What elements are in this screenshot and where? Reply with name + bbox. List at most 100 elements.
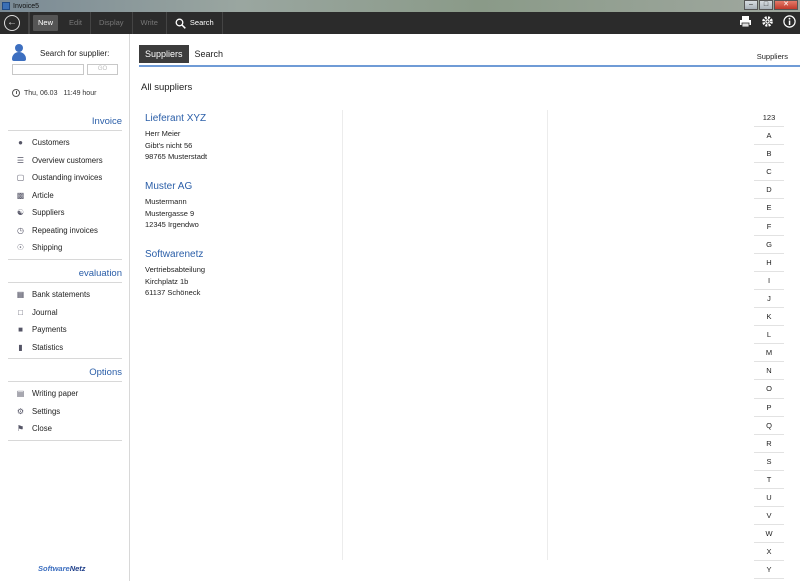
sidebar-item-label: Journal xyxy=(32,307,58,317)
window-controls: – □ ✕ xyxy=(744,0,798,10)
section-title: evaluation xyxy=(8,268,122,283)
alpha-index-item[interactable]: P xyxy=(754,399,784,417)
globe-icon: ☉ xyxy=(16,243,25,253)
alpha-index-item[interactable]: F xyxy=(754,218,784,236)
divider xyxy=(8,258,122,260)
close-window-button[interactable]: ✕ xyxy=(774,0,798,10)
alpha-index-item[interactable]: X xyxy=(754,543,784,562)
go-button[interactable]: GO xyxy=(87,64,118,75)
sidebar-item-label: Statistics xyxy=(32,342,64,352)
info-icon[interactable] xyxy=(782,15,796,29)
page-title: All suppliers xyxy=(141,82,193,93)
alpha-index-item[interactable]: H xyxy=(754,254,784,272)
search-icon xyxy=(175,18,186,29)
alpha-index-item[interactable]: E xyxy=(754,199,784,218)
company-logo: SoftwareNetz xyxy=(38,564,86,573)
supplier-contact: Mustermann xyxy=(145,197,187,206)
invoice-icon: ▢ xyxy=(16,173,25,183)
alpha-index-item[interactable]: 123 xyxy=(754,109,784,128)
alpha-index-item[interactable]: J xyxy=(754,290,784,309)
sidebar-item-customers[interactable]: ● Customers xyxy=(8,134,122,152)
document-icon: ▤ xyxy=(16,389,25,399)
display-button[interactable]: Display xyxy=(91,12,133,34)
alpha-index-item[interactable]: G xyxy=(754,236,784,254)
new-button[interactable]: New xyxy=(33,15,59,31)
toolbar-right xyxy=(738,15,796,29)
supplier-contact: Herr Meier xyxy=(145,129,181,138)
alpha-index-item[interactable]: I xyxy=(754,272,784,290)
sidebar-item-label: Customers xyxy=(32,138,70,148)
search-button[interactable]: Search xyxy=(167,12,223,34)
separator xyxy=(28,12,30,34)
toolbar: ← New Edit Display Write Search xyxy=(0,12,800,34)
supplier-street: Mustergasse 9 xyxy=(145,208,195,218)
sidebar-item-article[interactable]: ▩ Article xyxy=(8,187,122,205)
alpha-index-item[interactable]: C xyxy=(754,163,784,182)
supplier-name[interactable]: Softwarenetz xyxy=(145,249,205,260)
sidebar-item-label: Settings xyxy=(32,406,61,416)
sidebar-item-shipping[interactable]: ☉ Shipping xyxy=(8,239,122,257)
alpha-index-item[interactable]: U xyxy=(754,489,784,508)
tab-suppliers[interactable]: Suppliers xyxy=(139,45,189,63)
sidebar-item-journal[interactable]: □ Journal xyxy=(8,304,122,322)
supplier-name[interactable]: Lieferant XYZ xyxy=(145,113,207,124)
sidebar-item-payments[interactable]: ■ Payments xyxy=(8,321,122,339)
supplier-street: Gibt's nicht 56 xyxy=(145,140,193,150)
section-options: Options ▤ Writing paper ⚙ Settings ⚑ Clo… xyxy=(8,367,122,441)
supplier-card[interactable]: Muster AG Mustermann Mustergasse 9 12345… xyxy=(145,181,199,231)
clock-icon xyxy=(12,89,20,97)
sidebar-item-outstanding-invoices[interactable]: ▢ Oustanding invoices xyxy=(8,169,122,187)
sidebar-item-label: Article xyxy=(32,190,54,200)
alpha-index-item[interactable]: O xyxy=(754,380,784,399)
person-icon xyxy=(12,44,26,62)
sidebar-item-label: Overview customers xyxy=(32,155,103,165)
supplier-card[interactable]: Softwarenetz Vertriebsabteilung Kirchpla… xyxy=(145,249,205,299)
back-button[interactable]: ← xyxy=(4,15,20,31)
minimize-button[interactable]: – xyxy=(744,0,758,10)
supplier-search: Search for supplier: GO xyxy=(12,44,122,75)
alphabet-index: 123 A B C D E F G H I J K L M N O P Q R … xyxy=(754,109,784,581)
maximize-button[interactable]: □ xyxy=(759,0,773,10)
sidebar-item-bank-statements[interactable]: ▦ Bank statements xyxy=(8,286,122,304)
supplier-city: 61137 Schöneck xyxy=(145,288,201,297)
customers-icon: ● xyxy=(18,138,23,148)
alpha-index-item[interactable]: L xyxy=(754,326,784,345)
flag-icon: ⚑ xyxy=(16,424,25,434)
supplier-card[interactable]: Lieferant XYZ Herr Meier Gibt's nicht 56… xyxy=(145,113,207,163)
suppliers-link[interactable]: Suppliers xyxy=(757,52,788,61)
sidebar-item-label: Bank statements xyxy=(32,290,91,300)
sidebar-item-suppliers[interactable]: ☯ Suppliers xyxy=(8,204,122,222)
alpha-index-item[interactable]: V xyxy=(754,507,784,526)
alpha-index-item[interactable]: M xyxy=(754,344,784,363)
alpha-index-item[interactable]: N xyxy=(754,362,784,381)
sidebar-item-repeating-invoices[interactable]: ◷ Repeating invoices xyxy=(8,222,122,240)
print-icon[interactable] xyxy=(738,15,752,29)
tab-underline xyxy=(139,65,800,67)
alpha-index-item[interactable]: B xyxy=(754,145,784,164)
supplier-street: Kirchplatz 1b xyxy=(145,276,189,286)
date-text: Thu, 06.03 xyxy=(24,89,58,97)
supplier-search-input[interactable] xyxy=(12,64,84,75)
alpha-index-item[interactable]: A xyxy=(754,127,784,146)
sidebar-item-statistics[interactable]: ▮ Statistics xyxy=(8,339,122,357)
tab-search[interactable]: Search xyxy=(189,45,230,63)
edit-button[interactable]: Edit xyxy=(61,12,91,34)
sidebar-item-settings[interactable]: ⚙ Settings xyxy=(8,403,122,421)
alpha-index-item[interactable]: T xyxy=(754,471,784,489)
alpha-index-item[interactable]: W xyxy=(754,525,784,544)
alpha-index-item[interactable]: D xyxy=(754,181,784,200)
sidebar-item-overview-customers[interactable]: ☰ Overview customers xyxy=(8,152,122,170)
alpha-index-item[interactable]: K xyxy=(754,308,784,327)
write-button[interactable]: Write xyxy=(133,12,167,34)
alpha-index-item[interactable]: Y xyxy=(754,561,784,580)
alpha-index-item[interactable]: Q xyxy=(754,417,784,435)
gear-icon[interactable] xyxy=(760,15,774,29)
bank-icon: ▦ xyxy=(16,290,25,300)
supplier-name[interactable]: Muster AG xyxy=(145,181,199,192)
alpha-index-item[interactable]: R xyxy=(754,435,784,453)
sidebar-item-writing-paper[interactable]: ▤ Writing paper xyxy=(8,385,122,403)
column-divider xyxy=(547,110,548,560)
alpha-index-item[interactable]: S xyxy=(754,453,784,471)
sidebar-item-close[interactable]: ⚑ Close xyxy=(8,420,122,438)
section-title: Options xyxy=(8,367,122,382)
